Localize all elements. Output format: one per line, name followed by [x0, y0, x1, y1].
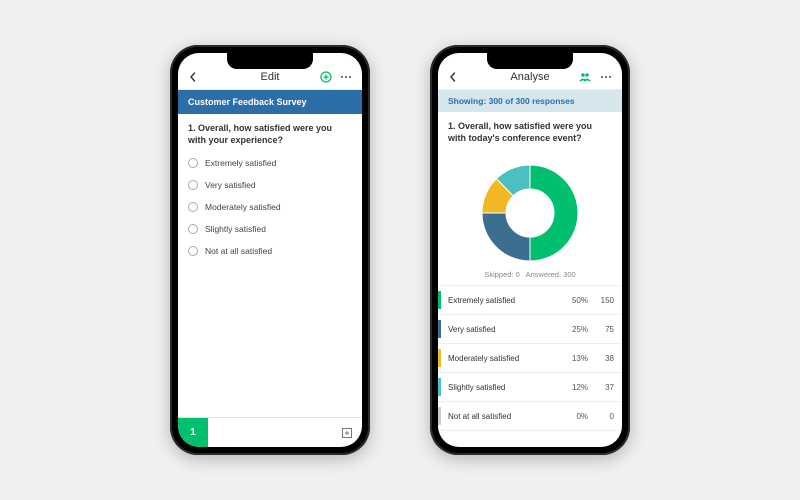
add-page-icon[interactable] [332, 418, 362, 448]
option-label: Slightly satisfied [205, 224, 266, 234]
legend-swatch [438, 407, 441, 425]
option-row[interactable]: Extremely satisfied [188, 152, 352, 174]
phone-notch [487, 53, 573, 69]
legend-label: Extremely satisfied [448, 296, 558, 305]
legend-percent: 12% [558, 383, 588, 392]
legend-swatch [438, 320, 441, 338]
phone-notch [227, 53, 313, 69]
option-row[interactable]: Very satisfied [188, 174, 352, 196]
legend-count: 150 [588, 296, 614, 305]
radio-icon[interactable] [188, 158, 198, 168]
edit-footer: 1 [178, 417, 362, 447]
legend-count: 37 [588, 383, 614, 392]
legend-row[interactable]: Not at all satisfied0%0 [438, 402, 622, 431]
phone-frame-edit: Edit Customer Feedback Survey 1. Overall… [170, 45, 370, 455]
legend-percent: 0% [558, 412, 588, 421]
showing-bar: Showing: 300 of 300 responses [438, 90, 622, 112]
legend-swatch [438, 349, 441, 367]
survey-title-bar[interactable]: Customer Feedback Survey [178, 90, 362, 114]
legend-percent: 50% [558, 296, 588, 305]
back-icon[interactable] [188, 72, 198, 82]
page-number-button[interactable]: 1 [178, 418, 208, 448]
response-stats: Skipped: 0 Answered: 300 [438, 270, 622, 285]
radio-icon[interactable] [188, 202, 198, 212]
legend-label: Not at all satisfied [448, 412, 558, 421]
back-icon[interactable] [448, 72, 458, 82]
donut-chart [438, 150, 622, 270]
page-title: Analyse [510, 71, 549, 83]
option-label: Not at all satisfied [205, 246, 272, 256]
legend-row[interactable]: Moderately satisfied13%38 [438, 344, 622, 373]
legend-count: 38 [588, 354, 614, 363]
option-row[interactable]: Not at all satisfied [188, 240, 352, 262]
legend-table: Extremely satisfied50%150Very satisfied2… [438, 285, 622, 431]
legend-swatch [438, 291, 441, 309]
phone-frame-analyse: Analyse Showing: 300 of 300 responses 1.… [430, 45, 630, 455]
legend-label: Slightly satisfied [448, 383, 558, 392]
option-row[interactable]: Slightly satisfied [188, 218, 352, 240]
radio-icon[interactable] [188, 224, 198, 234]
radio-icon[interactable] [188, 180, 198, 190]
legend-row[interactable]: Extremely satisfied50%150 [438, 286, 622, 315]
option-label: Very satisfied [205, 180, 256, 190]
legend-label: Very satisfied [448, 325, 558, 334]
answered-label: Answered: 300 [526, 270, 576, 279]
radio-icon[interactable] [188, 246, 198, 256]
skipped-label: Skipped: 0 [484, 270, 519, 279]
legend-count: 75 [588, 325, 614, 334]
screen-analyse: Analyse Showing: 300 of 300 responses 1.… [438, 53, 622, 447]
page-title: Edit [261, 71, 280, 83]
legend-label: Moderately satisfied [448, 354, 558, 363]
question-text: 1. Overall, how satisfied were you with … [438, 112, 622, 150]
legend-row[interactable]: Very satisfied25%75 [438, 315, 622, 344]
more-icon[interactable] [600, 75, 612, 79]
donut-slice [482, 213, 530, 261]
legend-count: 0 [588, 412, 614, 421]
legend-row[interactable]: Slightly satisfied12%37 [438, 373, 622, 402]
question-text[interactable]: 1. Overall, how satisfied were you with … [178, 114, 362, 152]
option-row[interactable]: Moderately satisfied [188, 196, 352, 218]
legend-percent: 13% [558, 354, 588, 363]
options-list: Extremely satisfied Very satisfied Moder… [178, 152, 362, 262]
screen-edit: Edit Customer Feedback Survey 1. Overall… [178, 53, 362, 447]
add-icon[interactable] [320, 71, 332, 83]
option-label: Moderately satisfied [205, 202, 281, 212]
donut-slice [530, 165, 578, 261]
more-icon[interactable] [340, 75, 352, 79]
legend-percent: 25% [558, 325, 588, 334]
option-label: Extremely satisfied [205, 158, 276, 168]
legend-swatch [438, 378, 441, 396]
people-icon[interactable] [578, 72, 592, 82]
